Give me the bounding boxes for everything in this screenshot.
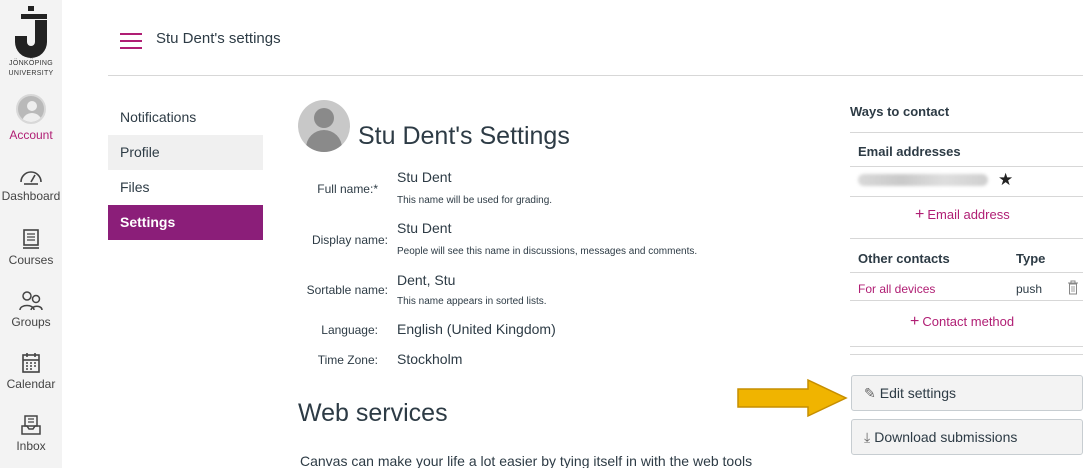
- web-services-heading: Web services: [298, 399, 448, 427]
- account-menu: Notifications Profile Files Settings: [108, 100, 263, 240]
- contact-type-value: push: [1016, 282, 1043, 296]
- email-addresses-header: Email addresses: [858, 144, 961, 159]
- divider: [850, 354, 1083, 355]
- time-zone-value: Stockholm: [397, 351, 463, 367]
- display-name-label: Display name:: [311, 233, 388, 247]
- nav-inbox-label: Inbox: [16, 439, 46, 453]
- profile-avatar[interactable]: [298, 100, 350, 152]
- add-email-label: Email address: [927, 207, 1010, 222]
- dashboard-icon: [20, 171, 42, 185]
- nav-courses[interactable]: Courses: [0, 228, 62, 267]
- page-title: Stu Dent's Settings: [358, 122, 570, 150]
- divider: [850, 238, 1083, 239]
- divider: [850, 272, 1083, 273]
- courses-icon: [23, 229, 39, 249]
- download-icon: ⤓: [864, 429, 871, 445]
- menu-item-files[interactable]: Files: [108, 170, 263, 205]
- pencil-icon: ✎: [864, 385, 876, 401]
- inbox-icon: [21, 415, 41, 435]
- star-icon[interactable]: ★: [998, 170, 1013, 190]
- sortable-name-label: Sortable name:: [306, 283, 388, 297]
- contact-for-all-devices-link[interactable]: For all devices: [858, 282, 935, 296]
- divider: [850, 166, 1083, 167]
- logo-line1: JÖNKÖPING: [9, 60, 53, 67]
- edit-settings-label: Edit settings: [879, 385, 956, 401]
- ways-to-contact-heading: Ways to contact: [850, 104, 950, 119]
- hamburger-icon[interactable]: [120, 33, 142, 49]
- divider: [850, 132, 1083, 133]
- type-header: Type: [1016, 251, 1046, 266]
- nav-dashboard[interactable]: Dashboard: [0, 166, 62, 203]
- full-name-hint: This name will be used for grading.: [397, 195, 553, 206]
- language-label: Language:: [321, 323, 378, 337]
- plus-icon: +: [915, 206, 925, 223]
- nav-groups[interactable]: Groups: [0, 290, 62, 329]
- plus-icon: +: [910, 313, 920, 330]
- breadcrumb[interactable]: Stu Dent's settings: [156, 30, 281, 47]
- divider: [850, 196, 1083, 197]
- nav-inbox[interactable]: Inbox: [0, 414, 62, 453]
- download-submissions-label: Download submissions: [874, 429, 1018, 445]
- page-header: Stu Dent's settings: [108, 0, 1083, 76]
- nav-calendar[interactable]: Calendar: [0, 352, 62, 391]
- nav-account-label: Account: [9, 128, 53, 142]
- display-name-value: Stu Dent: [397, 220, 452, 236]
- web-services-text: Canvas can make your life a lot easier b…: [300, 453, 753, 468]
- account-avatar: [16, 94, 46, 124]
- divider: [850, 300, 1083, 301]
- logo-line2: UNIVERSITY: [8, 70, 54, 77]
- language-value: English (United Kingdom): [397, 321, 556, 337]
- global-nav: JÖNKÖPING UNIVERSITY Account Dashboard C…: [0, 0, 62, 468]
- menu-item-profile[interactable]: Profile: [108, 135, 263, 170]
- nav-courses-label: Courses: [8, 253, 54, 267]
- nav-dashboard-label: Dashboard: [1, 189, 61, 203]
- add-email-link[interactable]: + Email address: [915, 206, 1010, 224]
- full-name-value: Stu Dent: [397, 169, 452, 185]
- menu-item-notifications[interactable]: Notifications: [108, 100, 263, 135]
- nav-groups-label: Groups: [11, 315, 51, 329]
- divider: [850, 346, 1083, 347]
- trash-icon[interactable]: [1067, 280, 1079, 295]
- time-zone-label: Time Zone:: [317, 353, 378, 367]
- sortable-name-hint: This name appears in sorted lists.: [397, 296, 547, 307]
- edit-settings-button[interactable]: ✎ Edit settings: [851, 375, 1083, 411]
- full-name-label: Full name:*: [317, 182, 378, 196]
- menu-item-settings[interactable]: Settings: [108, 205, 263, 240]
- nav-account[interactable]: Account: [0, 94, 62, 142]
- groups-icon: [19, 291, 43, 311]
- display-name-hint: People will see this name in discussions…: [397, 246, 698, 257]
- arrow-icon: [737, 378, 848, 418]
- download-submissions-button[interactable]: ⤓ Download submissions: [851, 419, 1083, 455]
- email-address-value: [858, 174, 988, 186]
- nav-calendar-label: Calendar: [6, 377, 56, 391]
- calendar-icon: [22, 353, 40, 373]
- logo-icon: [15, 6, 47, 58]
- add-contact-method-label: Contact method: [922, 314, 1015, 329]
- add-contact-method-link[interactable]: + Contact method: [910, 313, 1014, 331]
- sortable-name-value: Dent, Stu: [397, 272, 456, 288]
- university-logo[interactable]: JÖNKÖPING UNIVERSITY: [4, 6, 58, 80]
